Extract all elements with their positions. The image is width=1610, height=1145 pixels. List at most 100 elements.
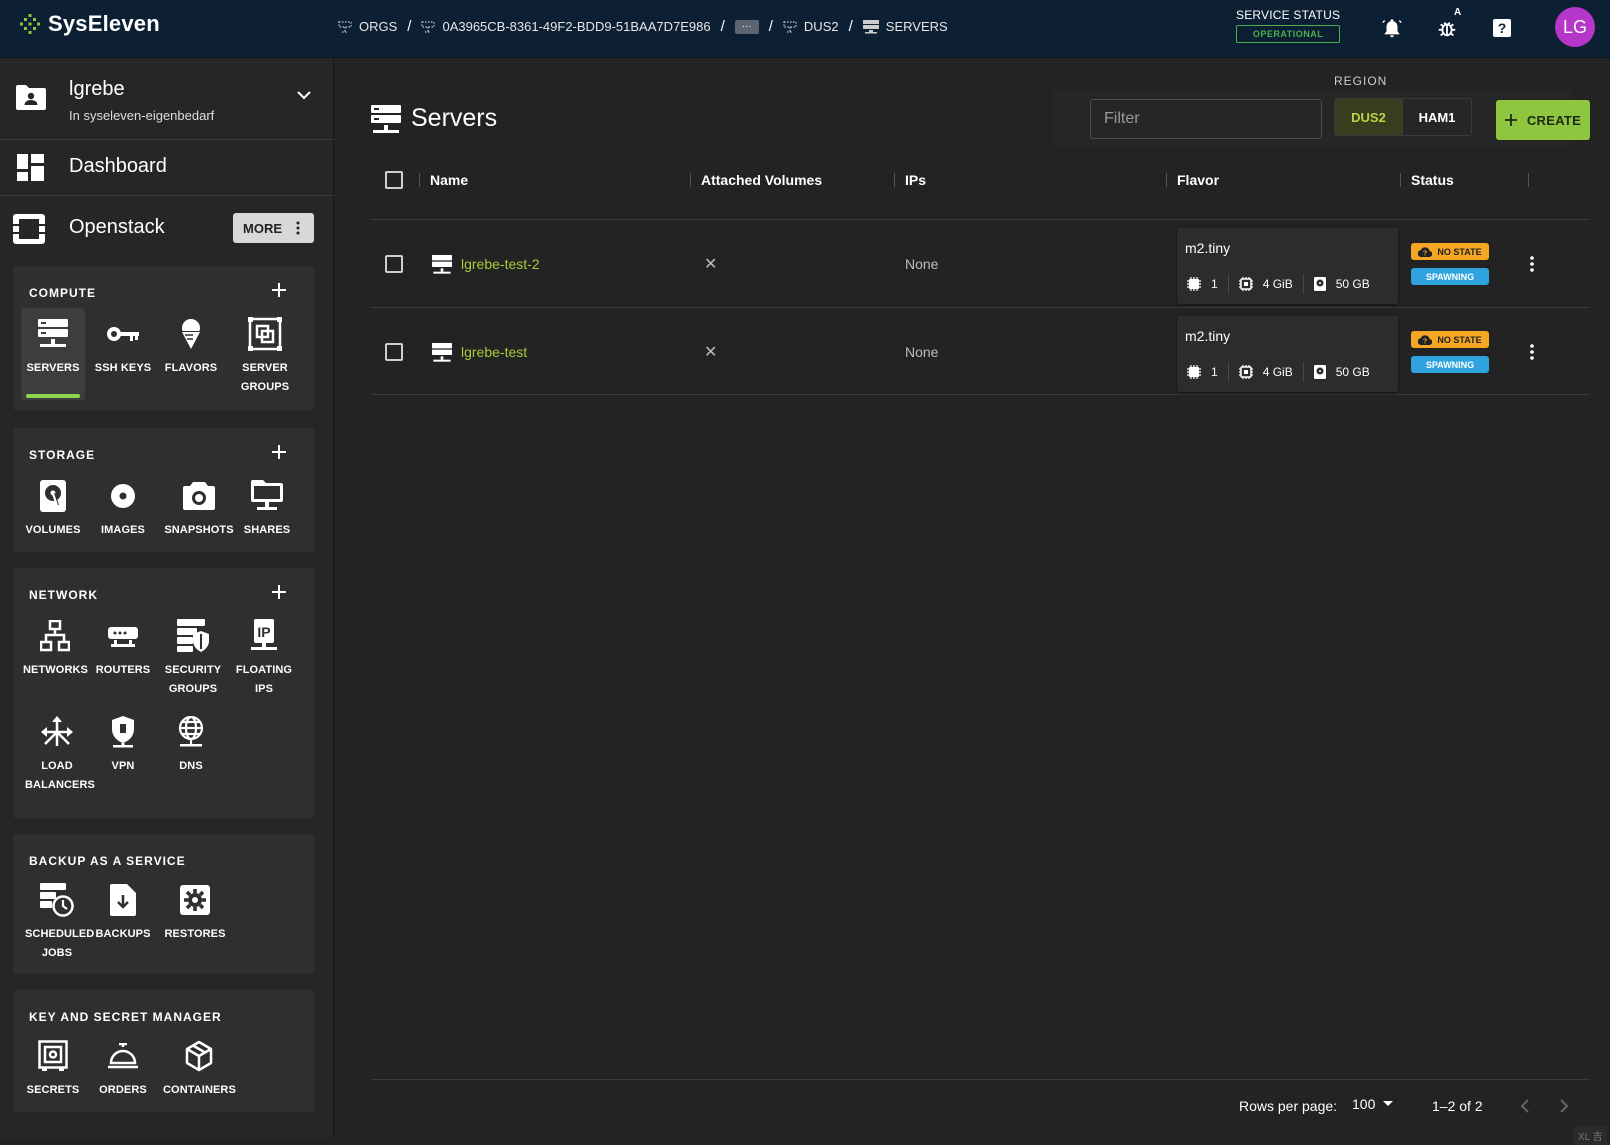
tile-ssh-keys[interactable]: SSH KEYS — [91, 316, 155, 378]
tile-label: FLAVORS — [164, 362, 218, 374]
breadcrumb-separator: / — [720, 18, 725, 35]
region-dus2-button[interactable]: DUS2 — [1335, 99, 1403, 135]
add-compute-icon[interactable] — [271, 282, 287, 298]
load-balancer-icon — [41, 716, 73, 746]
openstack-icon — [13, 214, 45, 244]
help-button[interactable]: ? — [1489, 15, 1515, 41]
tile-server-groups[interactable]: SERVER GROUPS — [233, 316, 297, 397]
breadcrumb-servers[interactable]: SERVERS — [862, 19, 948, 34]
svg-text:IP: IP — [257, 624, 270, 640]
breadcrumb: ORGS / 0A3965CB-8361-49F2-BDD9-51BAA7D7E… — [338, 18, 948, 35]
service-status[interactable]: SERVICE STATUS OPERATIONAL — [1236, 8, 1341, 43]
select-all-checkbox[interactable] — [385, 171, 403, 189]
row-menu-icon[interactable] — [1530, 256, 1534, 272]
tile-servers[interactable]: SERVERS — [21, 308, 85, 400]
column-header-name[interactable]: Name — [430, 172, 468, 188]
rows-per-page-value: 100 — [1352, 1096, 1376, 1112]
nav-dashboard[interactable]: Dashboard — [0, 140, 334, 196]
row-checkbox[interactable] — [385, 343, 403, 361]
tile-security-groups[interactable]: SECURITY GROUPS — [159, 618, 227, 699]
tile-load-balancers[interactable]: LOAD BALANCERS — [25, 714, 95, 795]
row-menu-icon[interactable] — [1530, 344, 1534, 360]
server-name-link[interactable]: lgrebe-test — [461, 344, 527, 360]
tile-restores[interactable]: RESTORES — [163, 882, 227, 944]
status-badge-spawning: SPAWNING — [1411, 268, 1489, 285]
flavor-specs: 1 4 GiB 50 GB — [1177, 358, 1398, 386]
tile-scheduled-jobs[interactable]: SCHEDULED JOBS — [25, 882, 95, 963]
column-separator — [1166, 173, 1167, 187]
tile-backups[interactable]: BACKUPS — [91, 882, 155, 944]
breadcrumb-label: SERVERS — [885, 19, 948, 34]
top-bar: SysEleven ORGS / 0A3965CB-8361-49F2-BDD9… — [0, 0, 1610, 58]
tile-label: CONTAINERS — [163, 1084, 236, 1096]
logo[interactable]: SysEleven — [20, 11, 160, 37]
server-icon — [862, 19, 879, 33]
tile-flavors[interactable]: FLAVORS — [159, 316, 223, 378]
disc-icon — [111, 484, 135, 508]
storage-panel: STORAGE VOLUMES IMAGES SNAPSHOTS SHARES — [13, 428, 314, 552]
row-checkbox[interactable] — [385, 255, 403, 273]
notifications-button[interactable] — [1379, 15, 1405, 41]
server-icon — [432, 343, 452, 362]
page-range: 1–2 of 2 — [1432, 1098, 1483, 1114]
create-button[interactable]: CREATE — [1496, 100, 1590, 140]
tile-dns[interactable]: DNS — [159, 714, 223, 776]
nav-openstack[interactable]: Openstack MORE — [0, 196, 334, 260]
tile-label: SCHEDULED JOBS — [25, 928, 95, 959]
more-button[interactable]: MORE — [233, 213, 314, 243]
hard-disk-icon — [1313, 277, 1326, 291]
chevron-left-icon[interactable] — [1520, 1098, 1530, 1114]
breadcrumb-orgs[interactable]: ORGS — [338, 19, 397, 34]
add-network-icon[interactable] — [271, 584, 287, 600]
server-name-link[interactable]: lgrebe-test-2 — [461, 256, 540, 272]
tile-images[interactable]: IMAGES — [91, 478, 155, 540]
no-volumes-icon: ✕ — [704, 256, 718, 273]
table-row[interactable]: lgrebe-test-2 ✕ None m2.tiny 1 4 GiB 50 … — [371, 219, 1590, 307]
disk-spec: 50 GB — [1302, 362, 1380, 382]
region-ham1-button[interactable]: HAM1 — [1403, 99, 1471, 135]
chevron-right-icon[interactable] — [1559, 1098, 1569, 1114]
tile-secrets[interactable]: SECRETS — [21, 1038, 85, 1100]
logo-icon — [20, 14, 40, 34]
key-icon — [107, 327, 139, 341]
chevron-down-icon[interactable] — [296, 90, 312, 100]
tile-orders[interactable]: ORDERS — [91, 1038, 155, 1100]
tile-networks[interactable]: NETWORKS — [23, 618, 88, 680]
memory-icon — [1238, 365, 1253, 379]
create-button-label: CREATE — [1526, 112, 1582, 128]
column-header-ips[interactable]: IPs — [905, 172, 926, 188]
secrets-title: KEY AND SECRET MANAGER — [29, 1010, 222, 1024]
debug-button[interactable]: A — [1434, 7, 1461, 41]
tile-floating-ips[interactable]: IP FLOATING IPS — [230, 618, 298, 699]
filter-input[interactable] — [1090, 99, 1322, 139]
bug-icon — [1438, 21, 1456, 37]
cpu-icon — [1187, 277, 1201, 291]
add-storage-icon[interactable] — [271, 444, 287, 460]
column-header-attached-volumes[interactable]: Attached Volumes — [701, 172, 822, 188]
cube-icon — [185, 1040, 213, 1072]
table-row[interactable]: lgrebe-test ✕ None m2.tiny 1 4 GiB 50 GB — [371, 307, 1590, 395]
column-header-status[interactable]: Status — [1411, 172, 1454, 188]
project-subtitle: In syseleven-eigenbedarf — [69, 108, 215, 123]
brand-name: SysEleven — [48, 11, 160, 36]
column-header-flavor[interactable]: Flavor — [1177, 172, 1219, 188]
rows-per-page-label: Rows per page: — [1239, 1098, 1338, 1114]
tile-snapshots[interactable]: SNAPSHOTS — [163, 478, 235, 540]
tile-shares[interactable]: SHARES — [235, 478, 299, 540]
project-selector[interactable]: lgrebe In syseleven-eigenbedarf — [0, 58, 334, 140]
tile-volumes[interactable]: VOLUMES — [21, 478, 85, 540]
region-icon — [783, 20, 797, 33]
tile-containers[interactable]: CONTAINERS — [163, 1038, 236, 1100]
tile-routers[interactable]: ROUTERS — [91, 618, 155, 680]
breadcrumb-separator: / — [768, 18, 773, 35]
svg-text:?: ? — [1498, 20, 1507, 36]
rows-per-page-select[interactable]: 100 — [1352, 1096, 1394, 1112]
camera-icon — [183, 482, 215, 510]
avatar[interactable]: LG — [1555, 7, 1595, 47]
tile-label: SHARES — [243, 524, 291, 536]
tile-vpn[interactable]: VPN — [91, 714, 155, 776]
breadcrumb-region[interactable]: DUS2 — [783, 19, 839, 34]
breadcrumb-collapsed[interactable]: ··· — [734, 19, 759, 34]
breadcrumb-org-id[interactable]: 0A3965CB-8361-49F2-BDD9-51BAA7D7E986 — [421, 19, 711, 34]
floating-ip-icon: IP — [251, 619, 277, 650]
